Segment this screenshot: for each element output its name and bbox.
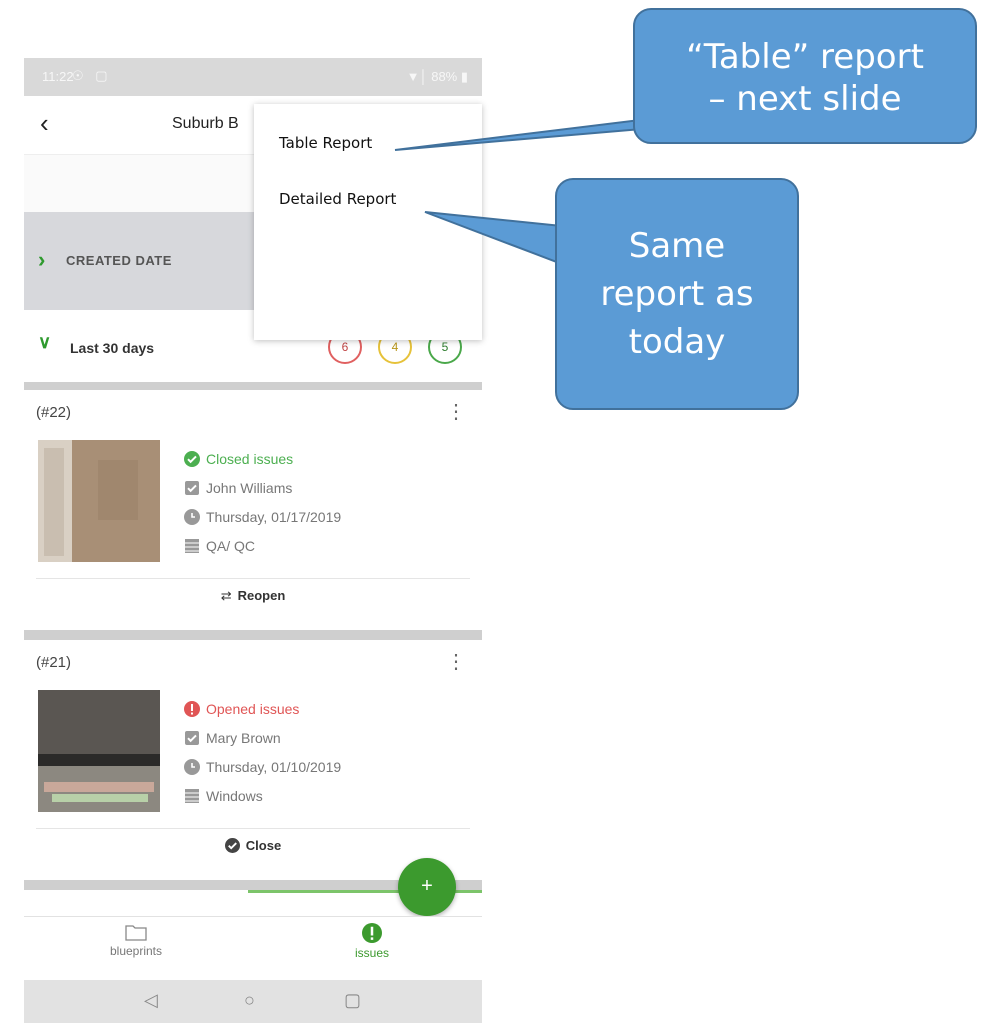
issue-id: (#21)	[36, 654, 72, 671]
folder-icon	[125, 925, 147, 941]
same-callout-line1: Same	[628, 226, 726, 266]
reopen-label: Reopen	[237, 588, 286, 603]
table-callout-line1: “Table” report	[686, 37, 924, 77]
nav-blueprints[interactable]: blueprints	[76, 923, 196, 958]
category-row: Windows	[184, 785, 263, 807]
same-callout-line3: today	[628, 322, 726, 362]
status-notification-icons: ☉ ▢	[72, 68, 112, 83]
date-row: Thursday, 01/10/2019	[184, 756, 341, 778]
close-label: Close	[245, 838, 282, 853]
more-vert-icon[interactable]: ⋮	[446, 402, 466, 422]
back-triangle-icon[interactable]: ◁	[144, 990, 158, 1011]
reopen-icon: ⇄	[220, 588, 232, 603]
menu-detailed-report[interactable]: Detailed Report	[279, 190, 396, 208]
check-circle-icon	[184, 451, 200, 467]
table-report-callout: “Table” report – next slide	[633, 8, 977, 144]
clock-icon	[184, 509, 200, 525]
issue-photo[interactable]	[38, 690, 160, 812]
reopen-button[interactable]: ⇄ Reopen	[24, 588, 482, 604]
nav-issues[interactable]: issues	[312, 923, 432, 960]
bottom-nav: blueprints issues	[24, 916, 482, 981]
issue-id: (#22)	[36, 404, 72, 421]
assignee-row: Mary Brown	[184, 727, 281, 749]
issue-card[interactable]: (#22) ⋮ Closed issues John Williams Thur…	[24, 390, 482, 640]
clipboard-check-icon	[185, 731, 199, 745]
category-row: QA/ QC	[184, 535, 255, 557]
chevron-right-icon: ›	[38, 247, 46, 272]
add-issue-fab[interactable]: +	[398, 858, 456, 916]
date-row: Thursday, 01/17/2019	[184, 506, 341, 528]
assignee-row: John Williams	[184, 477, 292, 499]
check-circle-icon	[224, 838, 240, 853]
divider	[36, 828, 470, 829]
assignee-name: Mary Brown	[206, 730, 281, 746]
close-issue-button[interactable]: Close	[24, 838, 482, 853]
nav-issues-label: issues	[354, 946, 389, 960]
recents-square-icon[interactable]: ▢	[344, 990, 361, 1011]
same-report-callout: Same report as today	[555, 178, 799, 410]
status-bar: 11:22 ☉ ▢ ▼│ 88% ▮	[24, 58, 482, 96]
issue-card[interactable]: (#21) ⋮ Opened issues Mary Brown Thursda…	[24, 640, 482, 890]
menu-table-report[interactable]: Table Report	[279, 134, 372, 152]
issue-photo[interactable]	[38, 440, 160, 562]
more-vert-icon[interactable]: ⋮	[446, 652, 466, 672]
table-callout-line2: – next slide	[708, 79, 902, 119]
issue-category: QA/ QC	[206, 538, 256, 554]
issue-date: Thursday, 01/10/2019	[206, 759, 342, 775]
filter-label: CREATED DATE	[66, 253, 172, 268]
status-text: Closed issues	[206, 451, 294, 467]
issue-date: Thursday, 01/17/2019	[206, 509, 342, 525]
status-time: 11:22	[42, 69, 74, 84]
alert-circle-icon	[184, 701, 200, 717]
divider	[36, 578, 470, 579]
clock-icon	[184, 759, 200, 775]
status-battery: ▼│ 88% ▮	[406, 69, 468, 84]
issue-category: Windows	[206, 788, 263, 804]
assignee-name: John Williams	[206, 480, 293, 496]
status-row: Closed issues	[184, 448, 293, 470]
back-arrow-icon[interactable]: ‹	[40, 110, 49, 136]
chevron-down-icon: ∨	[38, 332, 52, 352]
home-circle-icon[interactable]: ○	[244, 990, 255, 1011]
android-nav-bar: ◁ ○ ▢	[24, 980, 482, 1023]
same-callout-line2: report as	[600, 274, 754, 314]
status-row: Opened issues	[184, 698, 299, 720]
list-icon	[185, 789, 199, 803]
clipboard-check-icon	[185, 481, 199, 495]
nav-blueprints-label: blueprints	[109, 944, 163, 958]
alert-circle-icon	[362, 923, 382, 943]
status-text: Opened issues	[206, 701, 300, 717]
report-menu: Table Report Detailed Report	[254, 104, 482, 340]
range-label: Last 30 days	[70, 340, 155, 356]
page-title: Suburb B	[172, 115, 239, 132]
list-icon	[185, 539, 199, 553]
